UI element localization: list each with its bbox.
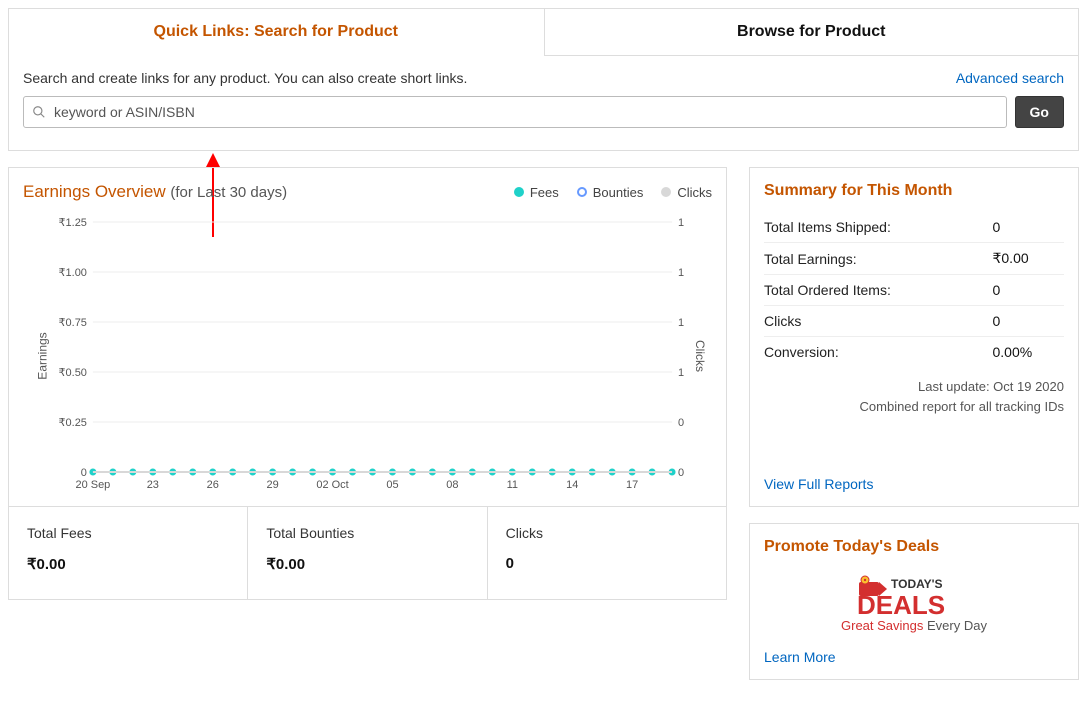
summary-panel: Summary for This Month Total Items Shipp… <box>749 167 1079 507</box>
stat-bounties-label: Total Bounties <box>266 525 468 541</box>
product-tabs: Quick Links: Search for Product Browse f… <box>9 9 1078 56</box>
quick-links-panel: Quick Links: Search for Product Browse f… <box>8 8 1079 151</box>
promo-heading: Promote Today's Deals <box>764 538 1064 556</box>
last-update-text: Last update: Oct 19 2020 <box>764 377 1064 397</box>
svg-text:02 Oct: 02 Oct <box>316 479 348 491</box>
svg-text:26: 26 <box>207 479 219 491</box>
summary-clicks-value: 0 <box>992 306 1064 337</box>
chart-title: Earnings Overview <box>23 182 170 201</box>
legend-fees[interactable]: Fees <box>514 185 559 200</box>
chart-legend: Fees Bounties Clicks <box>514 185 712 200</box>
svg-text:0: 0 <box>678 467 684 479</box>
stats-row: Total Fees ₹0.00 Total Bounties ₹0.00 Cl… <box>9 506 726 599</box>
summary-conversion-label: Conversion: <box>764 337 992 368</box>
table-row: Total Items Shipped:0 <box>764 212 1064 243</box>
view-full-reports-link[interactable]: View Full Reports <box>764 476 873 492</box>
search-description: Search and create links for any product.… <box>23 70 467 86</box>
svg-text:1: 1 <box>678 217 684 229</box>
promo-image[interactable]: TODAY'S DEALS Great Savings Every Day <box>764 568 1064 649</box>
summary-ordered-value: 0 <box>992 275 1064 306</box>
stat-bounties-value: ₹0.00 <box>266 555 468 573</box>
legend-bounties[interactable]: Bounties <box>577 185 644 200</box>
summary-table: Total Items Shipped:0 Total Earnings:₹0.… <box>764 212 1064 367</box>
product-search-input[interactable] <box>23 96 1007 128</box>
svg-text:TODAY'S: TODAY'S <box>891 577 943 591</box>
svg-text:17: 17 <box>626 479 638 491</box>
svg-text:11: 11 <box>507 479 518 491</box>
y-axis-right-label: Clicks <box>693 340 707 372</box>
circle-icon <box>577 187 587 197</box>
svg-text:05: 05 <box>386 479 398 491</box>
combined-report-text: Combined report for all tracking IDs <box>764 397 1064 417</box>
svg-text:Great Savings Every Day: Great Savings Every Day <box>841 618 987 633</box>
table-row: Conversion:0.00% <box>764 337 1064 368</box>
summary-items-shipped-value: 0 <box>992 212 1064 243</box>
legend-bounties-label: Bounties <box>593 185 644 200</box>
summary-earnings-label: Total Earnings: <box>764 243 992 275</box>
legend-clicks-label: Clicks <box>677 185 712 200</box>
summary-earnings-value: ₹0.00 <box>992 243 1064 275</box>
table-row: Clicks0 <box>764 306 1064 337</box>
tab-browse-product[interactable]: Browse for Product <box>544 9 1079 56</box>
legend-fees-label: Fees <box>530 185 559 200</box>
advanced-search-link[interactable]: Advanced search <box>956 70 1064 86</box>
table-row: Total Earnings:₹0.00 <box>764 243 1064 275</box>
svg-text:0: 0 <box>678 417 684 429</box>
learn-more-link[interactable]: Learn More <box>764 649 836 665</box>
circle-icon <box>661 187 671 197</box>
stat-total-bounties: Total Bounties ₹0.00 <box>248 506 487 599</box>
legend-clicks[interactable]: Clicks <box>661 185 712 200</box>
svg-text:DEALS: DEALS <box>857 590 945 620</box>
summary-ordered-label: Total Ordered Items: <box>764 275 992 306</box>
svg-text:14: 14 <box>566 479 578 491</box>
promo-panel: Promote Today's Deals TODAY'S DEALS Grea… <box>749 523 1079 680</box>
svg-text:₹0.25: ₹0.25 <box>59 417 87 429</box>
svg-text:1: 1 <box>678 317 684 329</box>
summary-items-shipped-label: Total Items Shipped: <box>764 212 992 243</box>
stat-clicks-label: Clicks <box>506 525 708 541</box>
svg-text:1: 1 <box>678 267 684 279</box>
summary-conversion-value: 0.00% <box>992 337 1064 368</box>
chart-svg: 0₹0.25₹0.50₹0.75₹1.00₹1.2500111120 Sep23… <box>23 206 712 506</box>
svg-text:1: 1 <box>678 367 684 379</box>
tab-search-product[interactable]: Quick Links: Search for Product <box>9 9 544 56</box>
chart-subtitle: (for Last 30 days) <box>170 184 287 201</box>
svg-text:₹0.75: ₹0.75 <box>59 317 87 329</box>
svg-text:23: 23 <box>147 479 159 491</box>
stat-clicks: Clicks 0 <box>488 506 726 599</box>
stat-clicks-value: 0 <box>506 555 708 572</box>
deals-logo-icon: TODAY'S DEALS Great Savings Every Day <box>829 572 999 638</box>
svg-text:08: 08 <box>446 479 458 491</box>
svg-text:₹0.50: ₹0.50 <box>59 367 87 379</box>
stat-fees-value: ₹0.00 <box>27 555 229 573</box>
svg-text:20 Sep: 20 Sep <box>75 479 110 491</box>
earnings-overview-panel: Earnings Overview (for Last 30 days) Fee… <box>8 167 727 600</box>
y-axis-left-label: Earnings <box>36 332 50 379</box>
table-row: Total Ordered Items:0 <box>764 275 1064 306</box>
svg-text:₹1.00: ₹1.00 <box>59 267 87 279</box>
summary-heading: Summary for This Month <box>764 182 1064 200</box>
search-icon <box>32 105 46 119</box>
search-go-button[interactable]: Go <box>1015 96 1064 128</box>
svg-text:₹1.25: ₹1.25 <box>59 217 87 229</box>
stat-total-fees: Total Fees ₹0.00 <box>9 506 248 599</box>
svg-text:0: 0 <box>81 467 87 479</box>
svg-text:29: 29 <box>267 479 279 491</box>
summary-clicks-label: Clicks <box>764 306 992 337</box>
stat-fees-label: Total Fees <box>27 525 229 541</box>
chart-area: Earnings Clicks 0 ₹0.25 ₹0.50 ₹0.75 ₹1.00 ₹1.… <box>23 206 712 506</box>
circle-icon <box>514 187 524 197</box>
